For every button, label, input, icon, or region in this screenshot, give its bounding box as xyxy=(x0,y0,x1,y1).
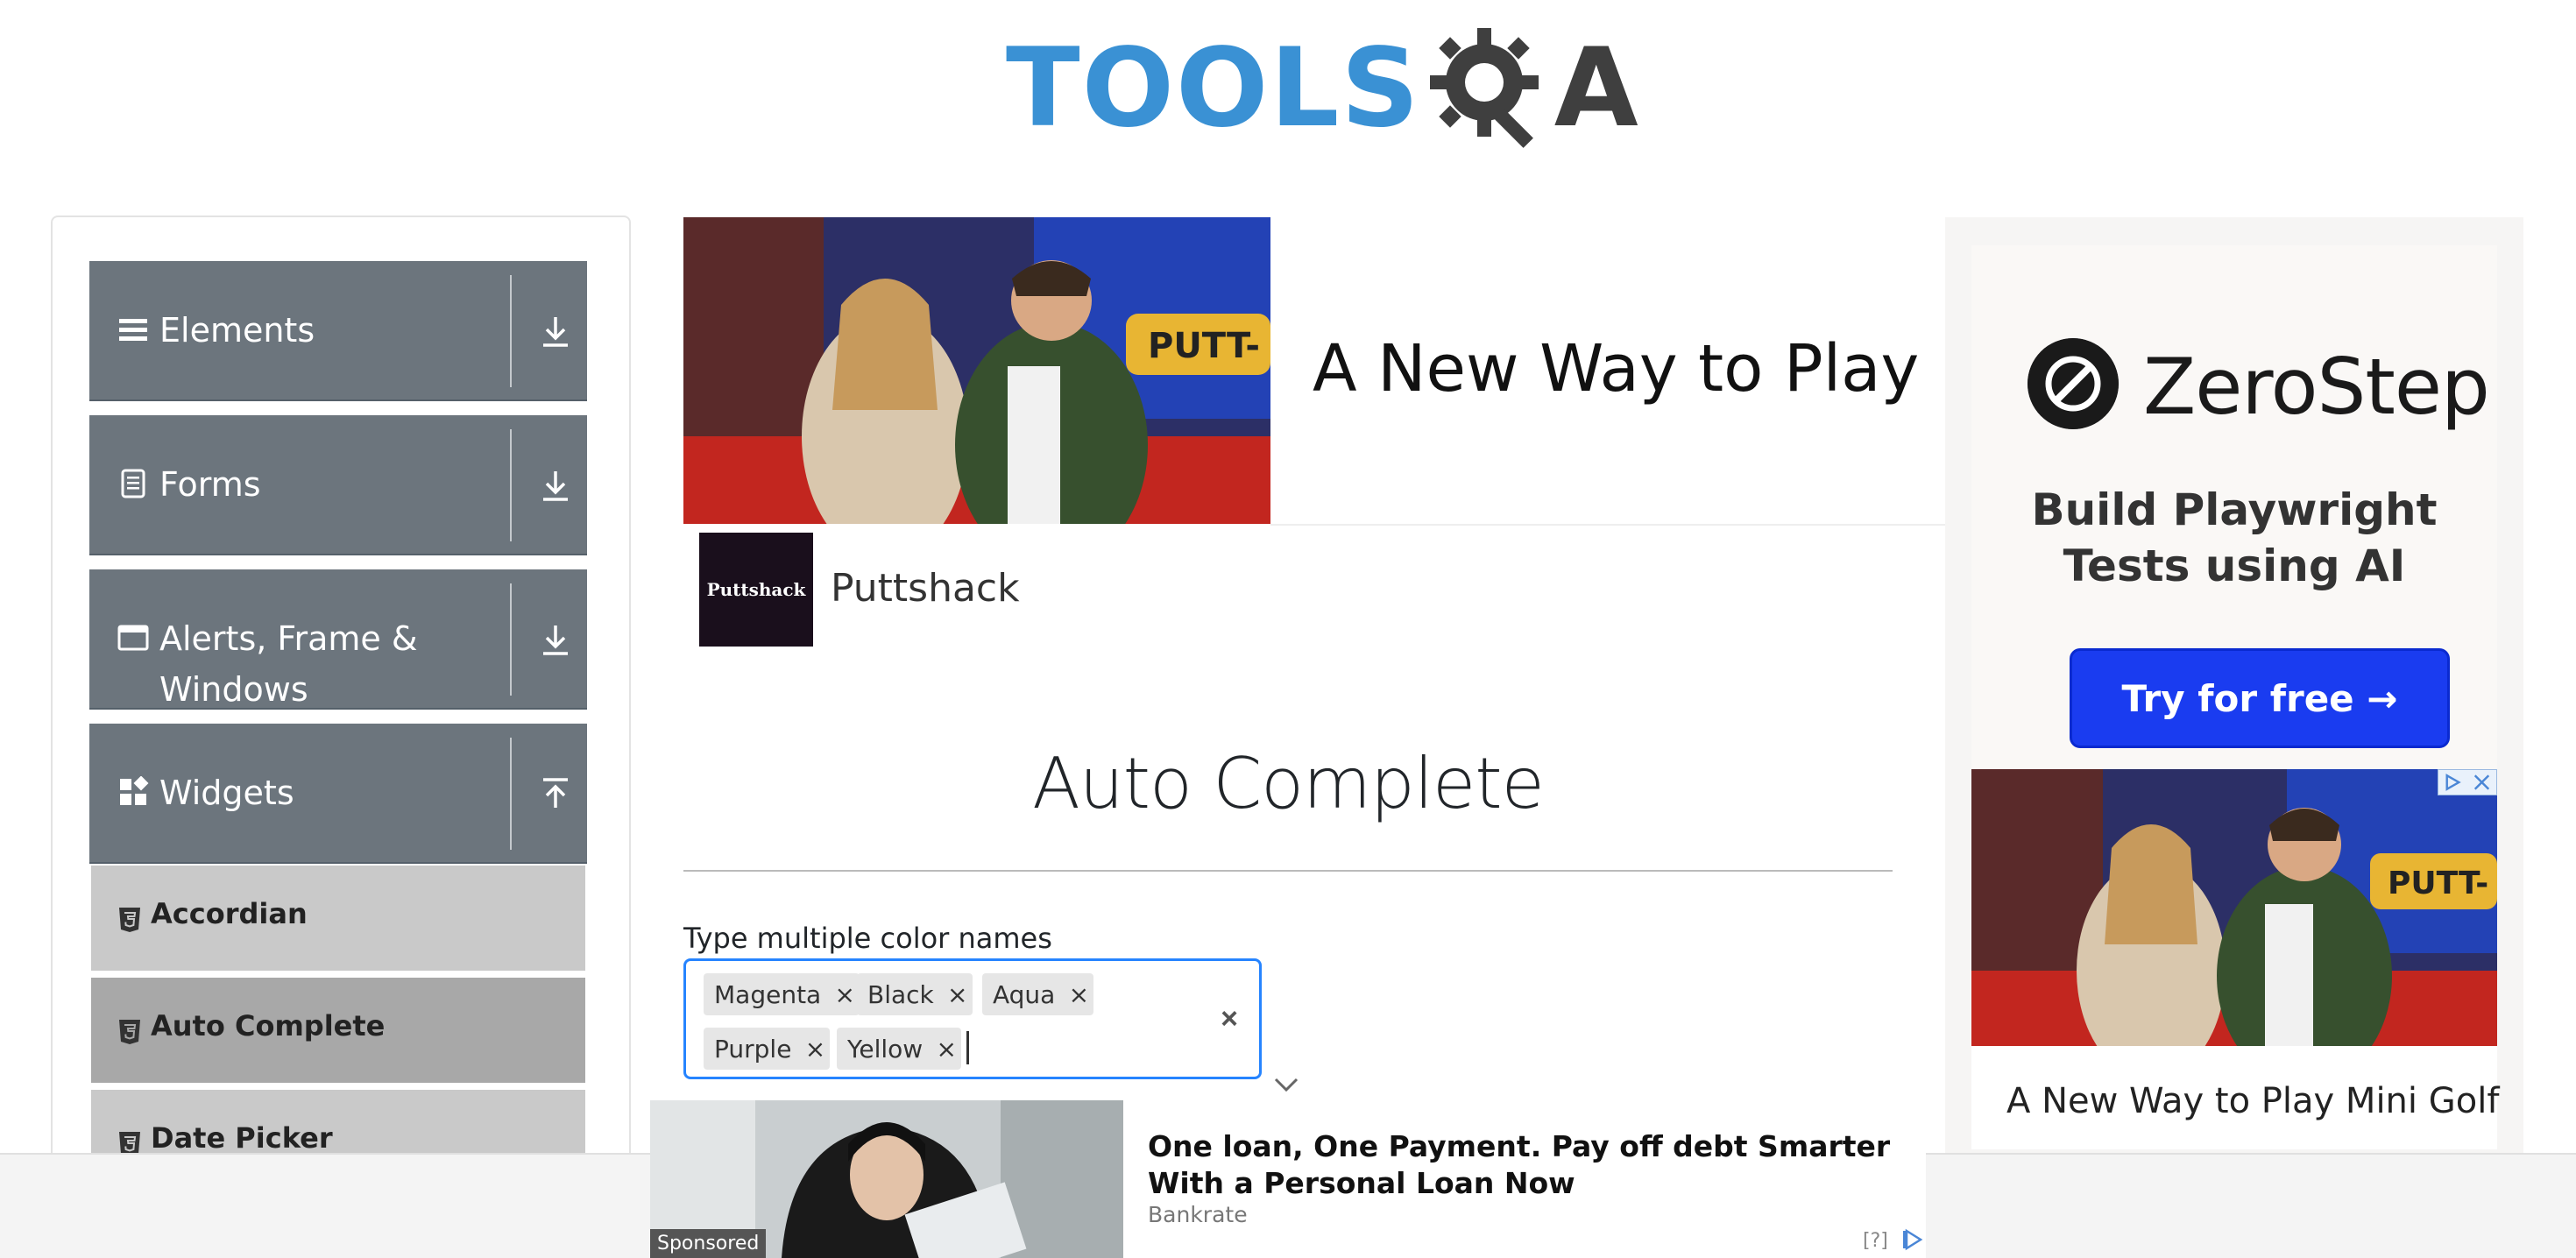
divider xyxy=(510,583,512,696)
divider xyxy=(510,429,512,541)
ad-headline[interactable]: A New Way to Play Mini Golf xyxy=(2006,1081,2499,1121)
download-arrow-icon[interactable] xyxy=(536,466,575,505)
ad-photo-illustration: PUTT- xyxy=(683,217,1270,524)
window-icon xyxy=(117,625,149,651)
right-sidebar-ad[interactable]: ZeroStep Build Playwright Tests using AI… xyxy=(1945,217,2523,1258)
sidebar-item-label: Accordian xyxy=(151,897,308,930)
title-divider xyxy=(683,870,1893,872)
tagline-line2: Tests using AI xyxy=(2063,541,2406,591)
multi-color-autocomplete-input[interactable]: Magenta × Black × Aqua × Purple × Yellow… xyxy=(683,958,1262,1079)
chip-label: Yellow xyxy=(847,1034,924,1064)
html5-icon xyxy=(119,908,140,932)
sidebar-item-accordian[interactable]: Accordian xyxy=(91,864,585,971)
try-for-free-button[interactable]: Try for free → xyxy=(2070,648,2450,748)
multi-color-label: Type multiple color names xyxy=(683,922,1052,955)
ad-photo-sign: PUTT- xyxy=(1148,326,1260,366)
ad-choices-icon[interactable] xyxy=(1901,1228,1924,1251)
sidebar-group-label: Widgets xyxy=(159,774,294,812)
text-caret xyxy=(966,1031,969,1064)
color-chip-purple: Purple × xyxy=(704,1028,831,1070)
ad-choices-icon[interactable] xyxy=(2438,769,2497,795)
sidebar-item-label: Auto Complete xyxy=(151,1009,386,1042)
clear-all-icon[interactable]: × xyxy=(1212,1001,1247,1036)
chip-remove-icon[interactable]: × xyxy=(1064,973,1093,1015)
widgets-icon xyxy=(120,776,149,805)
ad-photo-sign: PUTT- xyxy=(2388,866,2488,901)
zerostep-logo-icon xyxy=(2028,338,2119,429)
sidebar-item-label: Date Picker xyxy=(151,1121,333,1155)
chip-label: Black xyxy=(867,979,934,1009)
ad-photo-illustration: PUTT- xyxy=(1971,769,2497,1046)
left-sidebar: Elements Forms Alerts, Frame & Windows W… xyxy=(51,216,631,1258)
bottom-sponsored-ad[interactable]: Sponsored One loan, One Payment. Pay off… xyxy=(650,1100,1926,1258)
ad-title[interactable]: One loan, One Payment. Pay off debt Smar… xyxy=(1148,1128,1901,1202)
ad-info-icon[interactable] xyxy=(2438,770,2467,795)
zerostep-tagline: Build Playwright Tests using AI xyxy=(1971,482,2497,594)
chip-label: Magenta xyxy=(714,979,822,1009)
html5-icon xyxy=(119,1020,140,1044)
chip-label: Purple xyxy=(714,1034,792,1064)
sponsored-label: Sponsored xyxy=(650,1229,767,1258)
sidebar-group-label: Forms xyxy=(159,465,261,504)
chip-remove-icon[interactable]: × xyxy=(830,973,860,1015)
ad-headline-box[interactable]: A New Way to Play Mini Golf xyxy=(1971,1046,2499,1149)
sidebar-group-label: Elements xyxy=(159,311,315,350)
ad-headline[interactable]: A New Way to Play Mini Golf xyxy=(1313,331,1945,406)
ad-separator xyxy=(1270,524,1945,526)
ad-help-link[interactable]: [?] xyxy=(1863,1230,1888,1252)
sidebar-group-alerts[interactable]: Alerts, Frame & Windows xyxy=(89,569,587,710)
page-title: Auto Complete xyxy=(1032,743,1545,824)
chevron-down-icon[interactable] xyxy=(1272,1074,1300,1095)
site-header: TOOLS A xyxy=(0,0,2576,184)
chip-remove-icon[interactable]: × xyxy=(943,973,973,1015)
hamburger-icon xyxy=(119,319,147,341)
ad-photo-couple[interactable]: PUTT- xyxy=(1971,769,2497,1046)
ad-brand-name[interactable]: Puttshack xyxy=(831,566,1020,611)
sidebar-group-elements[interactable]: Elements xyxy=(89,261,587,401)
ad-photo-woman: Sponsored xyxy=(650,1100,1123,1258)
sidebar-group-label-line1: Alerts, Frame & xyxy=(159,619,418,658)
divider xyxy=(510,275,512,387)
top-banner-ad[interactable]: PUTT- A New Way to Play Mini Golf Puttsh… xyxy=(683,217,1945,655)
document-icon xyxy=(121,469,145,498)
divider xyxy=(510,738,512,850)
color-chip-magenta: Magenta × xyxy=(704,973,860,1015)
color-chip-aqua: Aqua × xyxy=(982,973,1094,1015)
chip-label: Aqua xyxy=(993,979,1056,1009)
gear-magnifier-icon xyxy=(1429,28,1539,148)
sidebar-group-forms[interactable]: Forms xyxy=(89,415,587,555)
close-icon[interactable] xyxy=(2467,770,2496,795)
download-arrow-icon[interactable] xyxy=(536,620,575,659)
download-arrow-icon[interactable] xyxy=(536,312,575,350)
logo-text-a: A xyxy=(1553,25,1638,152)
ad-source[interactable]: Bankrate xyxy=(1148,1202,1248,1227)
sidebar-group-label-line2: Windows xyxy=(159,670,308,709)
puttshack-logo[interactable]: Puttshack xyxy=(699,533,813,647)
color-chip-black: Black × xyxy=(857,973,973,1015)
chip-remove-icon[interactable]: × xyxy=(800,1028,830,1070)
zerostep-brand: ZeroStep xyxy=(2143,342,2490,432)
color-chip-yellow: Yellow × xyxy=(837,1028,962,1070)
toolsqa-logo[interactable]: TOOLS A xyxy=(1006,25,1638,152)
sidebar-group-widgets[interactable]: Widgets xyxy=(89,724,587,864)
sidebar-item-auto-complete[interactable]: Auto Complete xyxy=(91,976,585,1083)
ad-photo-couple: PUTT- xyxy=(683,217,1270,524)
chip-remove-icon[interactable]: × xyxy=(931,1028,961,1070)
logo-text-tools: TOOLS xyxy=(1006,25,1421,152)
tagline-line1: Build Playwright xyxy=(2031,484,2438,535)
upload-arrow-icon[interactable] xyxy=(536,774,575,813)
